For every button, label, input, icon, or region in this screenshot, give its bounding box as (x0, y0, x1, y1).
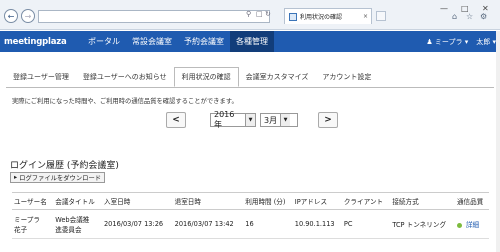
chevron-down-icon: ▼ (280, 114, 291, 126)
tab-usage-status[interactable]: 利用状況の確認 (173, 67, 239, 87)
logo[interactable]: meetingplaza (0, 31, 82, 52)
cell-connection: TCP トンネリング (390, 209, 455, 239)
cell-exit: 2016/03/07 13:42 (172, 209, 244, 239)
nav-portal[interactable]: ポータル (82, 31, 126, 52)
user-name-2: 太郎 (476, 37, 491, 46)
tab-divider (6, 87, 494, 88)
col-duration: 利用時間 (分) (243, 192, 293, 210)
chevron-down-icon: ▾ (464, 37, 469, 46)
user-name: ミープラ (434, 37, 463, 46)
cell-duration: 16 (243, 209, 293, 239)
col-title: 会議タイトル (53, 192, 102, 210)
download-icon: ▸ (14, 174, 18, 181)
year-value: 2016年 (214, 110, 235, 129)
month-select[interactable]: 3月 ▼ (260, 113, 298, 127)
user-menu[interactable]: ♟ ミープラ ▾ 太郎 ▾ (426, 31, 496, 52)
col-client: クライアント (341, 192, 391, 210)
tab-registered-users[interactable]: 登録ユーザー管理 (6, 67, 76, 87)
prev-month-button[interactable]: < (166, 112, 186, 128)
close-tab-icon[interactable]: × (363, 13, 368, 20)
browser-tab[interactable]: 利用状況の確認 × (284, 8, 372, 24)
chevron-down-icon: ▼ (245, 114, 255, 126)
settings-icon[interactable]: ⚙ (480, 12, 487, 21)
refresh-icon[interactable]: ↻ (265, 10, 271, 18)
favorites-icon[interactable]: ☆ (466, 12, 473, 21)
scrollbar[interactable] (496, 31, 500, 252)
download-label: ログファイルをダウンロード (19, 175, 102, 182)
col-user: ユーザー名 (12, 192, 54, 210)
nav-management[interactable]: 各種管理 (230, 31, 274, 52)
back-icon[interactable]: ← (4, 9, 18, 23)
browser-toolbar: ← → ⚲ □ ↻ 利用状況の確認 × — □ ✕ ⌂ ☆ ⚙ (0, 0, 500, 30)
col-quality: 通信品質 (454, 192, 489, 210)
cell-user: ミープラ 花子 (12, 209, 54, 239)
col-enter: 入室日時 (101, 192, 173, 210)
col-exit: 退室日時 (172, 192, 244, 210)
top-navigation: meetingplaza ポータル 常設会議室 予約会議室 各種管理 ♟ ミープ… (0, 31, 500, 52)
tab-user-notices[interactable]: 登録ユーザーへのお知らせ (76, 67, 174, 87)
forward-icon[interactable]: → (21, 9, 35, 23)
col-connection: 接続方式 (390, 192, 455, 210)
tab-account-settings[interactable]: アカウント設定 (315, 67, 378, 87)
favicon-icon (289, 12, 297, 21)
next-month-button[interactable]: > (318, 112, 338, 128)
date-selector: < 2016年 ▼ 3月 ▼ > (166, 110, 338, 129)
table-header-row: ユーザー名 会議タイトル 入室日時 退室日時 利用時間 (分) IPアドレス ク… (12, 192, 489, 210)
quality-good-icon (456, 222, 462, 228)
tab-room-customize[interactable]: 会議室カスタマイズ (239, 67, 316, 87)
search-icon[interactable]: ⚲ (246, 10, 251, 18)
address-bar[interactable] (38, 10, 270, 23)
table-row: ミープラ 花子 Web会議推 進委員会 2016/03/07 13:26 201… (12, 209, 489, 239)
home-icon[interactable]: ⌂ (452, 12, 457, 21)
download-log-button[interactable]: ▸ ログファイルをダウンロード (10, 172, 106, 183)
cell-client: PC (341, 209, 391, 239)
user-icon: ♟ (426, 37, 433, 46)
nav-permanent-rooms[interactable]: 常設会議室 (126, 31, 178, 52)
detail-link[interactable]: 詳細 (466, 221, 479, 229)
section-title: ログイン履歴 (予約会議室) (10, 161, 119, 171)
sub-tabs: 登録ユーザー管理 登録ユーザーへのお知らせ 利用状況の確認 会議室カスタマイズ … (6, 67, 378, 87)
nav-reserved-rooms[interactable]: 予約会議室 (178, 31, 230, 52)
month-value: 3月 (264, 115, 278, 125)
minimize-icon[interactable]: — (440, 4, 448, 13)
cell-ip: 10.90.1.113 (292, 209, 342, 239)
login-history-table: ユーザー名 会議タイトル 入室日時 退室日時 利用時間 (分) IPアドレス ク… (12, 192, 489, 239)
year-select[interactable]: 2016年 ▼ (210, 110, 256, 129)
tab-title: 利用状況の確認 (300, 14, 343, 21)
cell-quality: 詳細 (454, 209, 489, 239)
lock-icon[interactable]: □ (256, 10, 263, 18)
cell-enter: 2016/03/07 13:26 (101, 209, 173, 239)
new-tab-button[interactable] (376, 11, 386, 21)
cell-title: Web会議推 進委員会 (53, 209, 102, 239)
notice-text: 実際にご利用になった時間や、ご利用時の通信品質を確認することができます。 (12, 98, 238, 105)
col-ip: IPアドレス (292, 192, 342, 210)
